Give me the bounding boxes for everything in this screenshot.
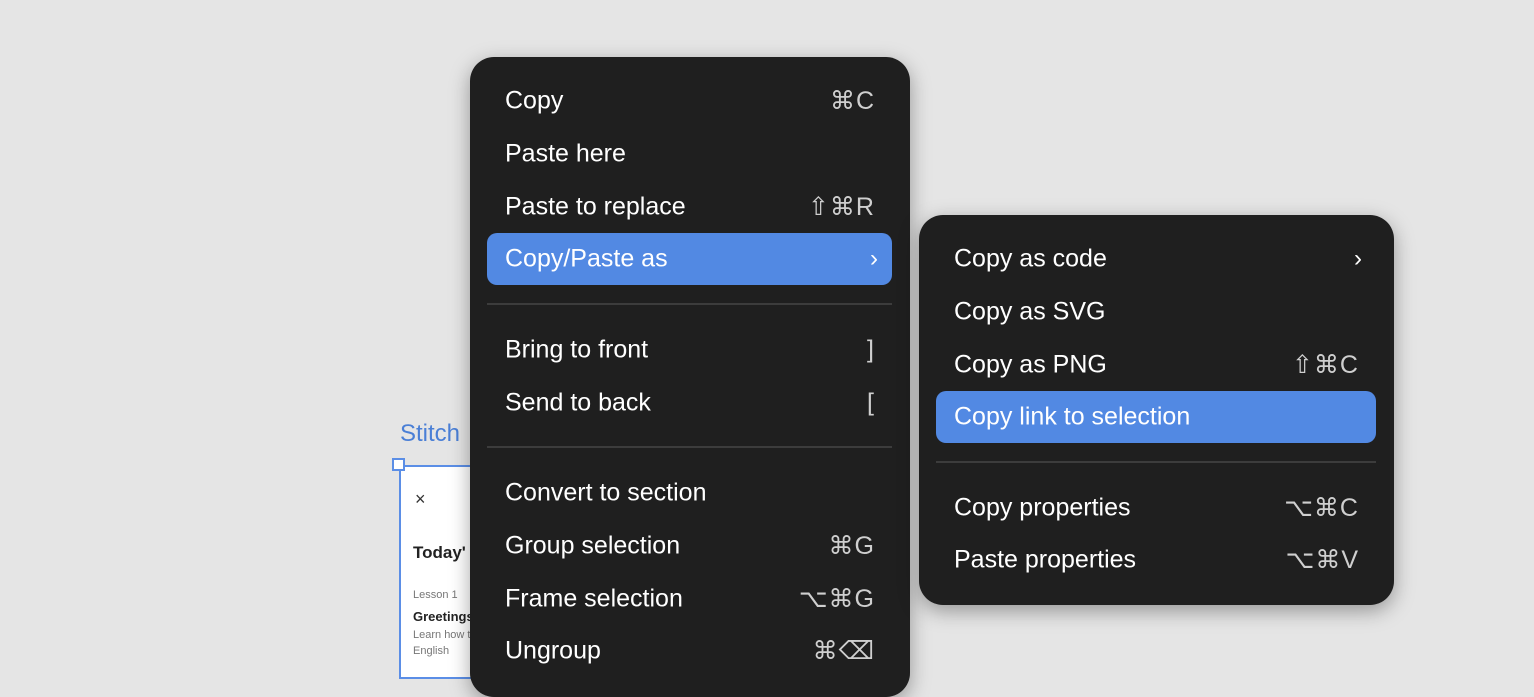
menu-item-copy[interactable]: Copy ⌘C [487,75,892,127]
shortcut-hint: ⌥⌘G [798,585,875,613]
menu-item-paste-properties[interactable]: Paste properties ⌥⌘V [936,534,1376,586]
shortcut-hint: ⇧⌘C [1291,351,1359,379]
menu-item-copy-properties[interactable]: Copy properties ⌥⌘C [936,482,1376,534]
menu-divider [487,303,892,305]
menu-item-label: Frame selection [505,584,683,613]
menu-item-copy-link-to-selection[interactable]: Copy link to selection [936,391,1376,443]
menu-divider [487,446,892,448]
close-icon: × [415,489,426,509]
shortcut-hint: ⌘C [829,87,875,115]
menu-item-copy-as-code[interactable]: Copy as code › [936,233,1376,285]
frame-learn: Learn how t [413,629,471,641]
menu-item-label: Paste properties [954,545,1137,574]
menu-item-label: Copy properties [954,493,1131,522]
frame-label[interactable]: Stitch [400,420,460,448]
shortcut-hint: ⇧⌘R [807,193,875,221]
menu-item-ungroup[interactable]: Ungroup ⌘⌫ [487,625,892,677]
menu-item-convert-to-section[interactable]: Convert to section [487,467,892,519]
menu-item-label: Copy link to selection [954,402,1191,431]
menu-item-send-to-back[interactable]: Send to back [ [487,377,892,429]
shortcut-hint: ⌥⌘C [1284,494,1359,522]
menu-item-label: Copy as SVG [954,297,1106,326]
menu-item-label: Copy as PNG [954,350,1107,379]
menu-item-label: Paste to replace [505,192,686,221]
copy-paste-as-submenu: Copy as code › Copy as SVG Copy as PNG ⇧… [919,215,1394,605]
selection-handle[interactable] [392,458,405,471]
menu-item-copy-paste-as[interactable]: Copy/Paste as › [487,233,892,285]
menu-item-label: Group selection [505,531,681,560]
chevron-right-icon: › [1354,245,1362,272]
shortcut-hint: [ [867,388,875,417]
menu-item-label: Copy [505,86,564,115]
menu-item-group-selection[interactable]: Group selection ⌘G [487,520,892,572]
frame-title: Today' [413,543,466,562]
shortcut-hint: ⌘G [828,532,875,560]
menu-item-label: Bring to front [505,335,649,364]
menu-item-frame-selection[interactable]: Frame selection ⌥⌘G [487,573,892,625]
menu-item-paste-to-replace[interactable]: Paste to replace ⇧⌘R [487,181,892,233]
context-menu: Copy ⌘C Paste here Paste to replace ⇧⌘R … [470,57,910,697]
frame-english: English [413,645,450,657]
shortcut-hint: ] [867,335,875,364]
menu-item-label: Copy/Paste as [505,244,668,273]
menu-divider [936,461,1376,463]
menu-item-label: Convert to section [505,478,707,507]
menu-item-label: Send to back [505,388,651,417]
menu-item-label: Paste here [505,139,626,168]
menu-item-bring-to-front[interactable]: Bring to front ] [487,324,892,376]
menu-item-label: Copy as code [954,244,1107,273]
menu-item-label: Ungroup [505,636,601,665]
shortcut-hint: ⌘⌫ [812,637,875,665]
shortcut-hint: ⌥⌘V [1285,546,1359,574]
menu-item-copy-as-svg[interactable]: Copy as SVG [936,286,1376,338]
chevron-right-icon: › [870,245,878,272]
menu-item-copy-as-png[interactable]: Copy as PNG ⇧⌘C [936,339,1376,391]
frame-lesson: Lesson 1 [413,589,458,601]
frame-greeting: Greetings [413,609,474,624]
menu-item-paste-here[interactable]: Paste here [487,128,892,180]
